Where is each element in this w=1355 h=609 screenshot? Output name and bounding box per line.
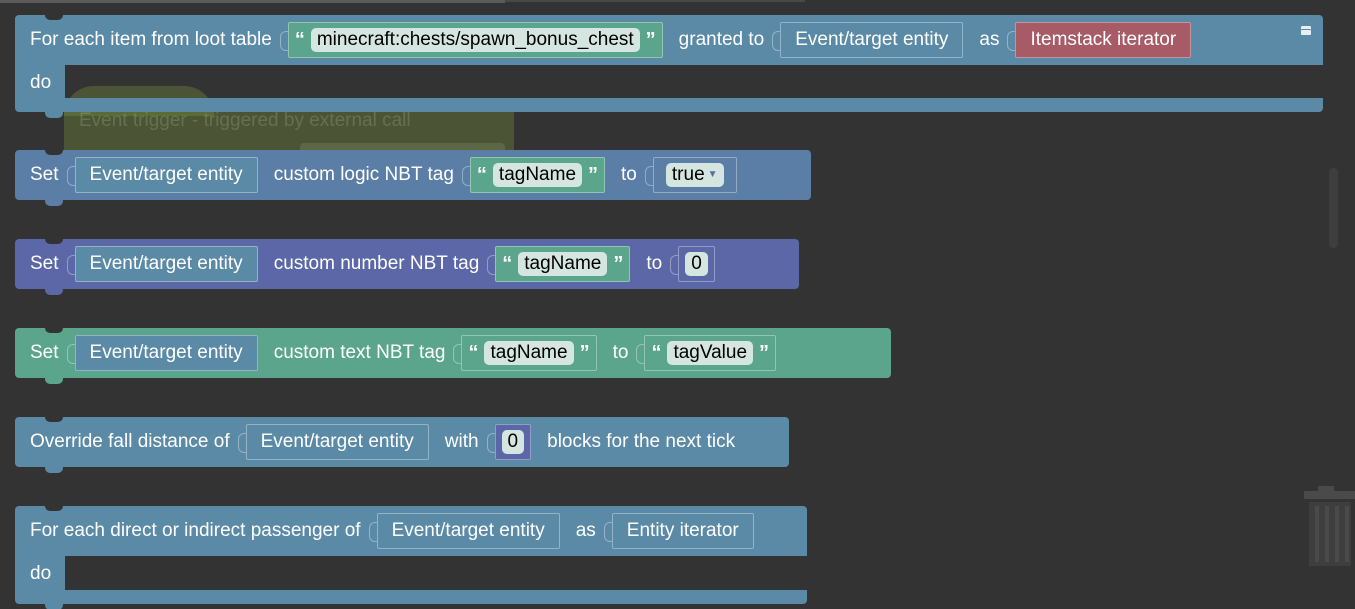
block-notch: [45, 505, 63, 511]
block-notch: [45, 416, 63, 422]
boolean-dropdown[interactable]: true ▼: [665, 163, 724, 187]
workspace-top-edge: [505, 0, 805, 2]
entity-label: Event/target entity: [89, 164, 243, 185]
itemstack-iterator-label: Itemstack iterator: [1030, 29, 1177, 50]
horizontal-scrollbar[interactable]: [0, 0, 505, 3]
quote-open-icon: “: [651, 341, 662, 364]
quote-open-icon: “: [468, 341, 479, 364]
block-nub: [45, 604, 63, 609]
entity-label: Event/target entity: [89, 342, 243, 363]
quote-close-icon: ”: [579, 341, 590, 364]
tag-name-value[interactable]: tagName: [518, 252, 608, 276]
entity-label: Event/target entity: [795, 29, 949, 50]
override-fall-distance-block[interactable]: Override fall distance of Event/target e…: [15, 416, 789, 473]
entity-socket[interactable]: Event/target entity: [368, 513, 560, 549]
entity-socket[interactable]: Event/target entity: [772, 22, 964, 58]
block-notch: [45, 327, 63, 333]
passenger-loop-do-arm: do: [15, 556, 65, 592]
to-label: to: [646, 253, 663, 274]
entity-label: Event/target entity: [89, 253, 243, 274]
entity-label: Event/target entity: [260, 431, 414, 452]
to-label: to: [612, 342, 629, 363]
block-nub: [45, 112, 63, 118]
boolean-value: true: [671, 164, 705, 185]
entity-socket[interactable]: Event/target entity: [66, 335, 258, 371]
loot-table-value[interactable]: minecraft:chests/spawn_bonus_chest: [310, 28, 640, 52]
loot-table-prefix: For each item from loot table: [30, 29, 272, 50]
with-label: with: [444, 431, 479, 452]
entity-socket[interactable]: Event/target entity: [237, 424, 429, 460]
tag-value-string-block[interactable]: “ tagValue ”: [636, 335, 777, 371]
tag-name-value[interactable]: tagName: [492, 163, 583, 187]
dropdown-arrow-icon: ▼: [707, 169, 718, 180]
quote-close-icon: ”: [588, 163, 599, 186]
block-nub: [45, 378, 63, 384]
number-value[interactable]: 0: [685, 252, 708, 276]
fall-prefix: Override fall distance of: [30, 431, 230, 452]
quote-close-icon: ”: [645, 28, 656, 51]
logic-nbt-label: custom logic NBT tag: [273, 164, 454, 185]
block-nub: [45, 289, 63, 295]
quote-open-icon: “: [294, 28, 305, 51]
entity-label: Event/target entity: [391, 520, 545, 541]
granted-to-label: granted to: [678, 29, 765, 50]
entity-iterator-socket[interactable]: Entity iterator: [603, 513, 754, 549]
block-nub: [45, 467, 63, 473]
loot-table-loop-do-arm: do: [15, 65, 65, 100]
entity-iterator-label: Entity iterator: [626, 520, 739, 541]
block-notch: [45, 238, 63, 244]
block-notch: [45, 14, 63, 20]
set-label: Set: [30, 342, 59, 363]
to-label: to: [621, 164, 637, 185]
loot-table-loop-block[interactable]: For each item from loot table “ minecraf…: [15, 14, 1323, 65]
boolean-socket[interactable]: true ▼: [644, 157, 737, 193]
quote-open-icon: “: [476, 163, 487, 186]
block-nub: [45, 200, 63, 206]
do-label: do: [30, 71, 52, 93]
set-text-nbt-block[interactable]: Set Event/target entity custom text NBT …: [15, 327, 891, 384]
fall-suffix: blocks for the next tick: [547, 431, 736, 452]
itemstack-iterator-socket[interactable]: Itemstack iterator: [1007, 22, 1192, 58]
set-logic-nbt-block[interactable]: Set Event/target entity custom logic NBT…: [15, 149, 811, 206]
loot-table-string-block[interactable]: “ minecraft:chests/spawn_bonus_chest ”: [279, 22, 663, 58]
passenger-prefix: For each direct or indirect passenger of: [30, 520, 361, 541]
fall-value[interactable]: 0: [501, 430, 525, 454]
entity-socket[interactable]: Event/target entity: [66, 246, 258, 282]
tag-name-string-block[interactable]: “ tagName ”: [487, 246, 631, 282]
passenger-loop-block[interactable]: For each direct or indirect passenger of…: [15, 505, 807, 556]
quote-open-icon: “: [502, 252, 513, 275]
tag-value-value[interactable]: tagValue: [667, 341, 754, 365]
passenger-loop-footer: [15, 590, 807, 609]
entity-socket[interactable]: Event/target entity: [66, 157, 258, 193]
tag-name-value[interactable]: tagName: [484, 341, 574, 365]
number-socket[interactable]: 0: [670, 246, 715, 282]
trash-icon[interactable]: [1304, 486, 1355, 568]
ghost-event-block-title: Event trigger - triggered by external ca…: [79, 110, 411, 131]
set-label: Set: [30, 253, 59, 274]
tag-name-string-block[interactable]: “ tagName ”: [453, 335, 597, 371]
set-number-nbt-block[interactable]: Set Event/target entity custom number NB…: [15, 238, 799, 295]
loot-table-loop-footer: [15, 98, 1323, 118]
tag-name-string-block[interactable]: “ tagName ”: [461, 157, 606, 193]
number-nbt-label: custom number NBT tag: [273, 253, 480, 274]
as-label: as: [979, 29, 1000, 50]
block-notch: [45, 149, 63, 155]
vertical-scrollbar[interactable]: [1329, 168, 1338, 248]
as-label: as: [575, 520, 596, 541]
text-nbt-label: custom text NBT tag: [273, 342, 446, 363]
comment-icon[interactable]: [1301, 23, 1311, 35]
quote-close-icon: ”: [613, 252, 624, 275]
set-label: Set: [30, 164, 59, 185]
do-label: do: [30, 563, 52, 584]
quote-close-icon: ”: [759, 341, 770, 364]
number-socket[interactable]: 0: [486, 424, 532, 460]
blockly-workspace[interactable]: Event trigger - triggered by external ca…: [0, 0, 1355, 609]
